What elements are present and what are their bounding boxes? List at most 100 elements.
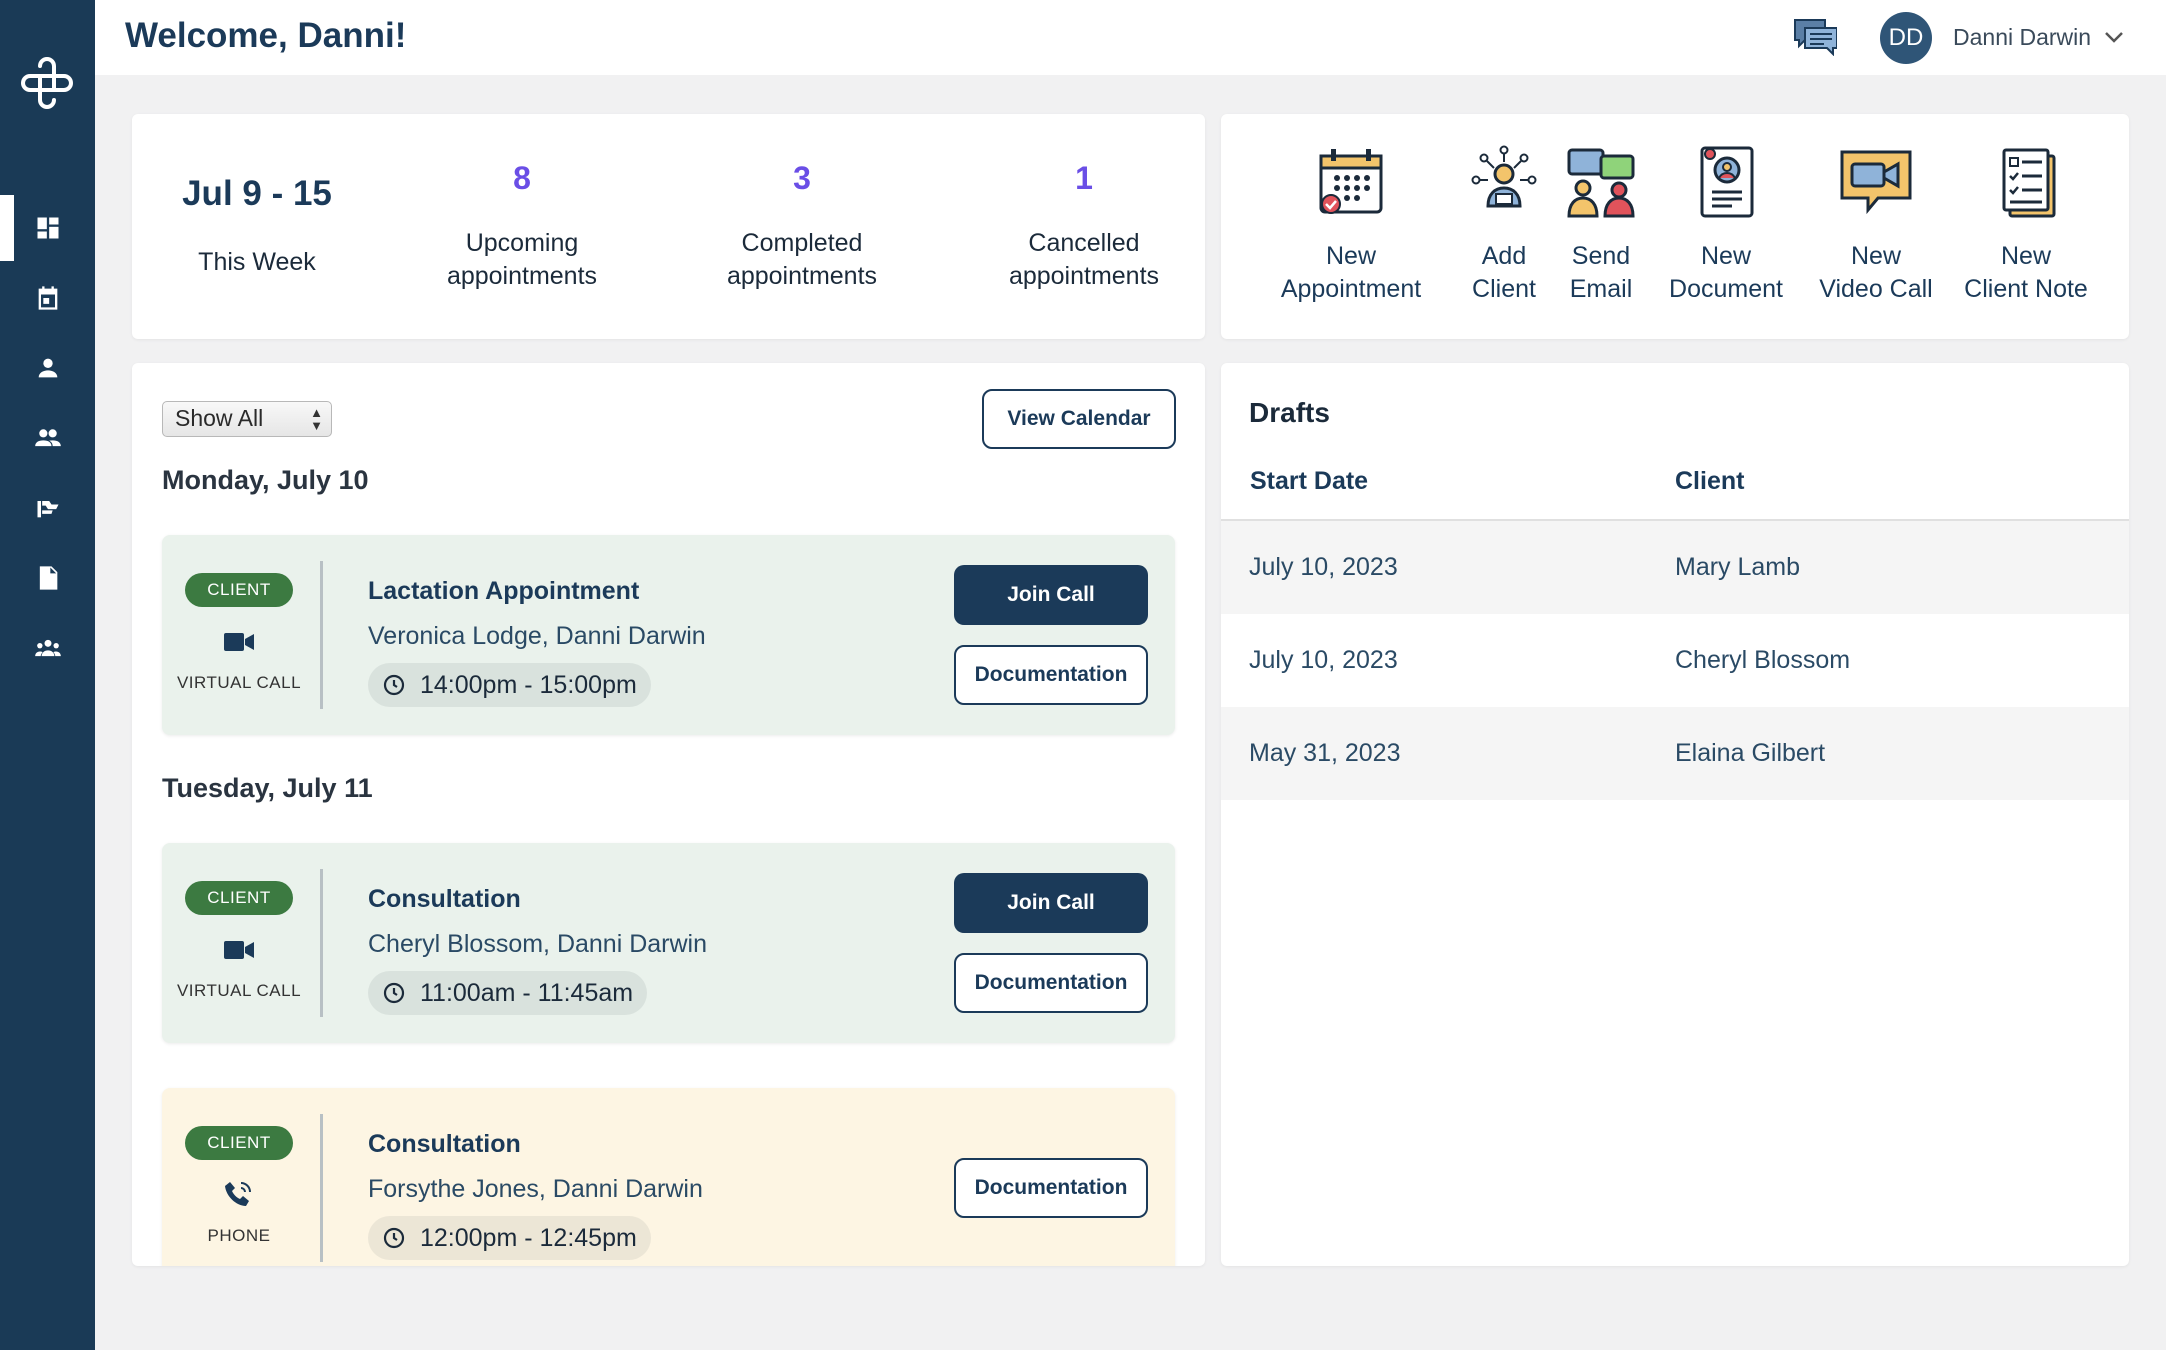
sidebar-item-dashboard[interactable] xyxy=(0,195,95,261)
appointment-participants: Cheryl Blossom, Danni Darwin xyxy=(368,930,708,958)
avatar[interactable]: DD xyxy=(1880,12,1932,64)
video-call-icon xyxy=(1840,150,1912,215)
appointment-title: Consultation xyxy=(368,1130,521,1158)
divider xyxy=(320,561,323,709)
divider xyxy=(320,869,323,1017)
appointment-card[interactable]: CLIENT VIRTUAL CALL Lactation Appointmen… xyxy=(162,535,1175,735)
send-email-button[interactable]: Send Email xyxy=(1551,144,1651,306)
app-logo-icon[interactable] xyxy=(20,56,74,110)
appointment-card[interactable]: CLIENT PHONE Consultation Forsythe Jones… xyxy=(162,1088,1175,1266)
chat-icon[interactable] xyxy=(1793,18,1837,56)
draft-client: Cheryl Blossom xyxy=(1675,646,1851,674)
client-note-icon xyxy=(2002,148,2056,218)
appointment-type: PHONE xyxy=(207,1226,271,1245)
new-appointment-button[interactable]: New Appointment xyxy=(1271,144,1431,306)
upcoming-count: 8 xyxy=(513,160,531,196)
upcoming-label: Upcoming appointments xyxy=(446,229,598,290)
draft-start-date: May 31, 2023 xyxy=(1249,739,1401,767)
new-document-button[interactable]: New Document xyxy=(1651,144,1801,306)
phone-icon xyxy=(225,1182,251,1206)
clock-icon xyxy=(383,674,405,696)
add-client-button[interactable]: Add Client xyxy=(1449,144,1559,306)
people-icon xyxy=(34,429,61,447)
sidebar-item-team[interactable] xyxy=(0,615,95,681)
video-camera-icon xyxy=(224,633,254,651)
appointment-filter-select[interactable]: Show All ▲ ▼ xyxy=(162,401,332,437)
sidebar-item-clients[interactable] xyxy=(0,405,95,471)
column-header-start-date[interactable]: Start Date xyxy=(1250,467,1368,496)
video-camera-icon xyxy=(224,941,254,959)
join-call-button[interactable]: Join Call xyxy=(954,565,1148,625)
appointment-title: Consultation xyxy=(368,885,521,913)
client-badge: CLIENT xyxy=(185,881,293,915)
document-profile-icon xyxy=(1700,146,1754,218)
divider xyxy=(320,1114,323,1262)
join-call-button[interactable]: Join Call xyxy=(954,873,1148,933)
clock-icon xyxy=(383,1227,405,1249)
documentation-button[interactable]: Documentation xyxy=(954,645,1148,705)
appointment-participants: Forsythe Jones, Danni Darwin xyxy=(368,1175,703,1203)
stat-cancelled[interactable]: 1 Cancelled appointments xyxy=(994,160,1174,293)
stat-completed[interactable]: 3 Completed appointments xyxy=(712,160,892,293)
weekly-stats-card: Jul 9 - 15 This Week 8 Upcoming appointm… xyxy=(132,114,1205,339)
appointment-time: 12:00pm - 12:45pm xyxy=(368,1216,651,1260)
action-label: New Appointment xyxy=(1280,242,1422,303)
new-video-call-button[interactable]: New Video Call xyxy=(1791,144,1961,306)
dashboard-icon xyxy=(37,217,58,239)
add-client-icon xyxy=(1471,145,1537,208)
appointments-card: Show All ▲ ▼ View Calendar Monday, July 1… xyxy=(132,363,1205,1266)
appointment-card[interactable]: CLIENT VIRTUAL CALL Consultation Cheryl … xyxy=(162,843,1175,1043)
select-arrows-icon: ▲ ▼ xyxy=(310,405,323,433)
send-email-icon xyxy=(1567,148,1635,218)
appointment-type: VIRTUAL CALL xyxy=(176,673,302,692)
top-header: Welcome, Danni! DD Danni Darwin xyxy=(95,0,2166,75)
appointment-participants: Veronica Lodge, Danni Darwin xyxy=(368,622,706,650)
appointment-time: 11:00am - 11:45am xyxy=(368,971,648,1015)
action-label: New Document xyxy=(1669,242,1783,303)
group-icon xyxy=(34,639,61,657)
flag-icon xyxy=(37,501,58,518)
quick-actions-card: New Appointment Add Client Send Email Ne… xyxy=(1221,114,2129,339)
day-heading: Tuesday, July 11 xyxy=(162,773,373,803)
sidebar-item-reports[interactable] xyxy=(0,475,95,541)
filter-value: Show All xyxy=(175,405,264,431)
draft-client: Mary Lamb xyxy=(1675,553,1801,581)
chevron-down-icon[interactable] xyxy=(2103,26,2125,48)
completed-label: Completed appointments xyxy=(726,229,878,290)
new-client-note-button[interactable]: New Client Note xyxy=(1941,144,2111,306)
column-header-client[interactable]: Client xyxy=(1675,467,1744,496)
sidebar xyxy=(0,0,95,1350)
documentation-button[interactable]: Documentation xyxy=(954,1158,1148,1218)
sidebar-item-calendar[interactable] xyxy=(0,265,95,331)
action-label: Add Client xyxy=(1472,242,1536,303)
draft-client: Elaina Gilbert xyxy=(1675,739,1826,767)
sidebar-item-documents[interactable] xyxy=(0,545,95,611)
document-icon xyxy=(39,566,57,590)
welcome-title: Welcome, Danni! xyxy=(125,16,407,55)
table-row[interactable]: July 10, 2023 Mary Lamb xyxy=(1221,521,2129,614)
action-label: New Client Note xyxy=(1964,242,2088,303)
table-row[interactable]: July 10, 2023 Cheryl Blossom xyxy=(1221,614,2129,707)
calendar-icon xyxy=(38,286,57,310)
table-row[interactable]: May 31, 2023 Elaina Gilbert xyxy=(1221,707,2129,800)
user-name[interactable]: Danni Darwin xyxy=(1953,24,2091,51)
drafts-title: Drafts xyxy=(1249,397,1330,428)
appointment-time: 14:00pm - 15:00pm xyxy=(368,663,651,707)
documentation-button[interactable]: Documentation xyxy=(954,953,1148,1013)
clock-icon xyxy=(383,982,405,1004)
drafts-card: Drafts Start Date Client July 10, 2023 M… xyxy=(1221,363,2129,1266)
day-heading: Monday, July 10 xyxy=(162,465,369,495)
week-range: Jul 9 - 15 xyxy=(182,174,332,213)
sidebar-item-client[interactable] xyxy=(0,335,95,401)
draft-start-date: July 10, 2023 xyxy=(1249,553,1398,581)
calendar-add-icon xyxy=(1319,149,1383,214)
person-icon xyxy=(38,358,57,378)
completed-count: 3 xyxy=(793,160,811,196)
week-label: This Week xyxy=(198,248,316,276)
client-badge: CLIENT xyxy=(185,1126,293,1160)
action-label: New Video Call xyxy=(1819,242,1933,303)
view-calendar-button[interactable]: View Calendar xyxy=(982,389,1176,449)
stat-upcoming[interactable]: 8 Upcoming appointments xyxy=(432,160,612,293)
appointment-title: Lactation Appointment xyxy=(368,577,640,605)
appointment-type: VIRTUAL CALL xyxy=(176,981,302,1000)
